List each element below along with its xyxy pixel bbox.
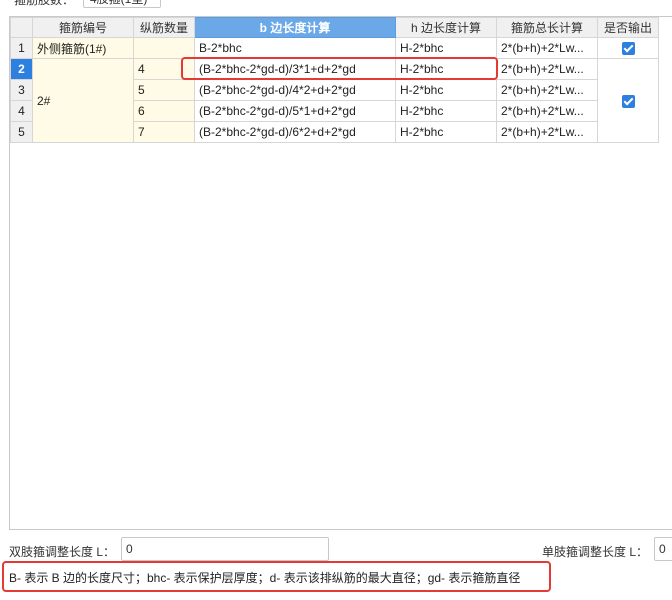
output-cell[interactable] — [597, 37, 659, 59]
top-strip: 箍筋肢数： 4肢箍(1型) — [0, 0, 672, 12]
output-checkbox[interactable] — [621, 42, 635, 56]
table-row[interactable]: 1 外侧箍筋(1#) B-2*bhc H-2*bhc 2*(b+h)+2*Lw.… — [10, 37, 659, 59]
header-output[interactable]: 是否输出 — [597, 17, 659, 38]
row-number[interactable]: 2 — [10, 58, 33, 80]
stirrup-table: 箍筋编号 纵筋数量 b 边长度计算 h 边长度计算 箍筋总长计算 是否输出 1 … — [10, 17, 659, 143]
row-number[interactable]: 3 — [10, 79, 33, 101]
h-calc-cell[interactable]: H-2*bhc — [395, 58, 497, 80]
header-h-calc[interactable]: h 边长度计算 — [395, 17, 497, 38]
output-cell[interactable] — [597, 58, 659, 143]
header-b-calc[interactable]: b 边长度计算 — [194, 17, 396, 38]
single-leg-adjust-input[interactable] — [654, 537, 672, 561]
row-number[interactable]: 4 — [10, 100, 33, 122]
double-leg-adjust-input[interactable] — [121, 537, 329, 561]
output-checkbox[interactable] — [621, 94, 635, 108]
b-calc-cell[interactable]: B-2*bhc — [194, 37, 396, 59]
symbol-legend-note: B- 表示 B 边的长度尺寸；bhc- 表示保护层厚度；d- 表示该排纵筋的最大… — [2, 561, 551, 592]
b-calc-cell[interactable]: (B-2*bhc-2*gd-d)/6*2+d+2*gd — [194, 121, 396, 143]
double-leg-adjust-label: 双肢箍调整长度 L： — [9, 545, 116, 559]
total-calc-cell[interactable]: 2*(b+h)+2*Lw... — [496, 121, 598, 143]
header-stirrup-id[interactable]: 箍筋编号 — [32, 17, 134, 38]
stirrup-legs-select[interactable]: 4肢箍(1型) — [83, 0, 161, 8]
bar-count-cell[interactable]: 6 — [133, 100, 195, 122]
b-calc-cell[interactable]: (B-2*bhc-2*gd-d)/4*2+d+2*gd — [194, 79, 396, 101]
single-leg-adjust-label: 单肢箍调整长度 L： — [542, 545, 649, 559]
total-calc-cell[interactable]: 2*(b+h)+2*Lw... — [496, 58, 598, 80]
bar-count-cell[interactable]: 4 — [133, 58, 195, 80]
h-calc-cell[interactable]: H-2*bhc — [395, 121, 497, 143]
table-row[interactable]: 2 2# 4 (B-2*bhc-2*gd-d)/3*1+d+2*gd H-2*b… — [10, 58, 659, 143]
b-calc-cell[interactable]: (B-2*bhc-2*gd-d)/3*1+d+2*gd — [194, 58, 396, 80]
stirrup-id-cell[interactable]: 2# — [32, 58, 134, 143]
h-calc-cell[interactable]: H-2*bhc — [395, 79, 497, 101]
bar-count-cell[interactable]: 5 — [133, 79, 195, 101]
bar-count-cell[interactable]: 7 — [133, 121, 195, 143]
header-total-calc[interactable]: 箍筋总长计算 — [496, 17, 598, 38]
row-number[interactable]: 1 — [10, 37, 33, 59]
total-calc-cell[interactable]: 2*(b+h)+2*Lw... — [496, 37, 598, 59]
stirrup-grid: 箍筋编号 纵筋数量 b 边长度计算 h 边长度计算 箍筋总长计算 是否输出 1 … — [9, 16, 672, 530]
total-calc-cell[interactable]: 2*(b+h)+2*Lw... — [496, 79, 598, 101]
table-header-row: 箍筋编号 纵筋数量 b 边长度计算 h 边长度计算 箍筋总长计算 是否输出 — [10, 17, 659, 38]
header-bar-count[interactable]: 纵筋数量 — [133, 17, 195, 38]
stirrup-id-cell[interactable]: 外侧箍筋(1#) — [32, 37, 134, 59]
row-number[interactable]: 5 — [10, 121, 33, 143]
b-calc-cell[interactable]: (B-2*bhc-2*gd-d)/5*1+d+2*gd — [194, 100, 396, 122]
h-calc-cell[interactable]: H-2*bhc — [395, 37, 497, 59]
bar-count-cell[interactable] — [133, 37, 195, 59]
stirrup-legs-label: 箍筋肢数： — [14, 0, 75, 7]
corner-header — [10, 17, 33, 38]
h-calc-cell[interactable]: H-2*bhc — [395, 100, 497, 122]
total-calc-cell[interactable]: 2*(b+h)+2*Lw... — [496, 100, 598, 122]
